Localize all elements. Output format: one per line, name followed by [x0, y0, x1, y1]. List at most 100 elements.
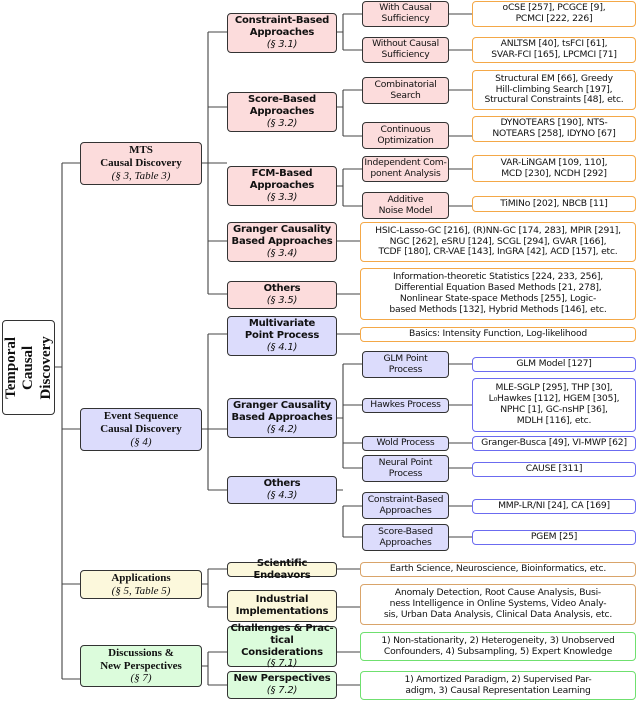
leaf-text: sis, Urban Data Analysis, Clinical Data … — [383, 608, 613, 620]
node-title: Approaches — [379, 504, 432, 516]
discussions-node: Discussions & New Perspectives (§ 7) — [80, 645, 202, 687]
section-ref: (§ 3, Table 3) — [111, 169, 171, 182]
node-title: Noise Model — [378, 204, 433, 216]
node-title: MTS — [129, 144, 153, 157]
mts-fcm-based-node: FCM-Based Approaches (§ 3.3) — [227, 166, 337, 206]
section-ref: (§ 4.1) — [266, 341, 298, 353]
leaf-hawkes: MLE-SGLP [295], THP [30], L₀Hawkes [112]… — [472, 378, 636, 432]
leaf-text: 1) Non-stationarity, 2) Heterogeneity, 3… — [381, 634, 615, 646]
node-title: Approaches — [249, 27, 315, 39]
node-title: Combinatorial — [374, 78, 437, 90]
ica-node: Independent Com- ponent Analysis — [362, 156, 449, 182]
section-ref: (§ 5, Table 5) — [111, 584, 171, 597]
event-constraint-based-node: Constraint-Based Approaches — [362, 492, 449, 519]
with-causal-sufficiency-node: With Causal Sufficiency — [362, 1, 449, 27]
leaf-mts-others: Information-theoretic Statistics [224, 2… — [360, 268, 636, 320]
node-title: Causal Discovery — [100, 157, 182, 170]
node-title: Event Sequence — [103, 410, 179, 423]
node-title: GLM Point — [383, 352, 428, 364]
root-label: Temporal Causal Discovery — [3, 336, 55, 399]
node-title: Constraint-Based — [367, 493, 444, 505]
apps-industrial-node: Industrial Implementations — [227, 590, 337, 622]
leaf-text: GLM Model [127] — [516, 358, 592, 370]
leaf-text: Confounders, 4) Subsampling, 5) Expert K… — [383, 645, 613, 657]
node-title: Optimization — [377, 134, 434, 146]
node-title: Approaches — [249, 106, 315, 118]
node-title: Granger Causality — [232, 400, 332, 412]
leaf-text: SVAR-FCI [165], LPCMCI [71] — [491, 49, 617, 60]
node-title: Others — [263, 283, 301, 295]
hawkes-process-node: Hawkes Process — [362, 398, 449, 413]
node-title: Discussions & — [108, 646, 174, 659]
leaf-text: VAR-LiNGAM [109, 110], — [500, 156, 608, 168]
node-title: tical Considerations — [241, 634, 323, 658]
node-title: Wold Process — [376, 437, 435, 449]
apps-scientific-node: Scientific Endeavors — [227, 558, 337, 581]
node-title: Process — [388, 467, 423, 479]
leaf-industrial: Anomaly Detection, Root Cause Analysis, … — [360, 584, 636, 625]
leaf-event-score: PGEM [25] — [472, 530, 636, 545]
node-title: Sufficiency — [381, 13, 430, 24]
node-title: Implementations — [235, 606, 329, 617]
node-title: New Perspectives — [233, 673, 331, 685]
leaf-text: NOTEARS [258], IDYNO [67] — [492, 128, 616, 139]
leaf-text: adigm, 3) Causal Representation Learning — [405, 684, 591, 696]
mts-score-based-node: Score-Based Approaches (§ 3.2) — [227, 92, 337, 132]
leaf-continuous-optimization: DYNOTEARS [190], NTS- NOTEARS [258], IDY… — [472, 116, 636, 142]
node-title: Industrial — [255, 594, 309, 606]
node-title: Search — [390, 89, 421, 101]
leaf-combinatorial-search: Structural EM [66], Greedy Hill-climbing… — [472, 70, 636, 110]
event-others-node: Others (§ 4.3) — [227, 476, 337, 504]
section-ref: (§ 3.1) — [266, 38, 298, 50]
continuous-optimization-node: Continuous Optimization — [362, 122, 449, 149]
leaf-text: based Methods [132], Hybrid Methods [146… — [389, 303, 607, 315]
node-title: Process — [388, 363, 423, 375]
leaf-wold: Granger-Busca [49], VI-MWP [62] — [472, 436, 636, 451]
node-title: Score-Based — [248, 94, 316, 106]
node-title: Point Process — [244, 330, 320, 342]
node-title: Score-Based — [378, 525, 433, 537]
node-title: Multivariate — [248, 318, 316, 330]
leaf-text: HSIC-Lasso-GC [216], (R)NN-GC [174, 283]… — [375, 224, 621, 236]
root-line: Discovery — [37, 335, 54, 400]
disc-perspectives-node: New Perspectives (§ 7.2) — [227, 671, 337, 699]
root-node: Temporal Causal Discovery — [2, 320, 55, 415]
node-title: Granger Causality — [232, 224, 332, 236]
node-title: Neural Point — [378, 456, 433, 468]
neural-point-process-node: Neural Point Process — [362, 455, 449, 482]
section-ref: (§ 4.3) — [266, 490, 298, 501]
leaf-text: MCD [230], NCDH [292] — [501, 167, 607, 179]
disc-challenges-node: Challenges & Prac- tical Considerations … — [227, 622, 337, 670]
section-ref: (§ 3.2) — [266, 117, 298, 129]
section-ref: (§ 7.1) — [266, 658, 298, 670]
leaf-text: MMP-LR/NI [24], CA [169] — [498, 500, 610, 512]
node-title: Approaches — [249, 180, 315, 192]
without-causal-sufficiency-node: Without Causal Sufficiency — [362, 37, 449, 63]
section-ref: (§ 7.2) — [266, 685, 298, 696]
leaf-challenges: 1) Non-stationarity, 2) Heterogeneity, 3… — [360, 632, 636, 661]
leaf-text: Structural EM [66], Greedy — [495, 72, 613, 84]
leaf-additive-noise-model: TiMINo [202], NBCB [11] — [472, 196, 636, 212]
leaf-text: PCMCI [222, 226] — [515, 13, 593, 24]
leaf-perspectives: 1) Amortized Paradigm, 2) Supervised Par… — [360, 671, 636, 700]
node-title: Challenges & Prac- — [230, 622, 334, 634]
mts-constraint-based-node: Constraint-Based Approaches (§ 3.1) — [227, 13, 337, 53]
leaf-text: Basics: Intensity Function, Log-likeliho… — [408, 328, 588, 340]
leaf-neural: CAUSE [311] — [472, 462, 636, 477]
leaf-mts-granger: HSIC-Lasso-GC [216], (R)NN-GC [174, 283]… — [360, 222, 636, 262]
root-line: Temporal — [2, 336, 19, 399]
node-title: Based Approaches — [231, 236, 333, 248]
leaf-scientific: Earth Science, Neuroscience, Bioinformat… — [360, 562, 636, 577]
leaf-text: 1) Amortized Paradigm, 2) Supervised Par… — [404, 673, 592, 685]
leaf-text: Earth Science, Neuroscience, Bioinformat… — [389, 563, 607, 575]
node-title: Constraint-Based — [234, 15, 330, 27]
node-title: Scientific Endeavors — [253, 557, 311, 581]
section-ref: (§ 3.4) — [266, 247, 298, 259]
node-title: Continuous — [380, 123, 431, 135]
leaf-text: MDLH [116], etc. — [516, 414, 592, 426]
node-title: FCM-Based — [251, 168, 313, 180]
event-granger-node: Granger Causality Based Approaches (§ 4.… — [227, 398, 337, 438]
event-sequence-causal-discovery-node: Event Sequence Causal Discovery (§ 4) — [80, 408, 202, 451]
leaf-text: Granger-Busca [49], VI-MWP [62] — [481, 437, 627, 449]
node-title: Causal Discovery — [100, 423, 182, 436]
